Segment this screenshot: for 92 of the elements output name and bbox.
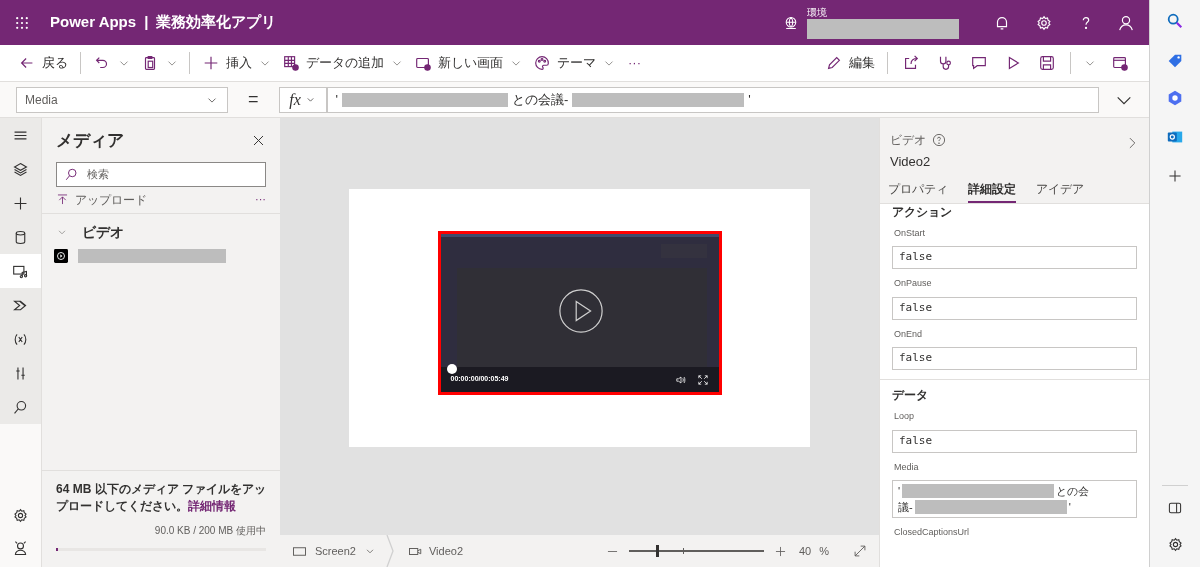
- help-icon[interactable]: [932, 133, 946, 147]
- equals-sign: =: [248, 88, 259, 111]
- formula-text: ': [748, 90, 751, 109]
- app-name: 業務効率化アプリ: [156, 12, 277, 33]
- formula-field[interactable]: ' との会議- ': [326, 86, 1099, 113]
- formula-text: との会: [1056, 484, 1090, 499]
- property-dropdown[interactable]: Media: [16, 86, 228, 113]
- learn-more-link[interactable]: 詳細情報: [188, 499, 236, 513]
- menu-tab[interactable]: [0, 118, 41, 152]
- search-icon: [64, 166, 79, 182]
- theme-button[interactable]: テーマ: [527, 49, 602, 77]
- zoom-thumb[interactable]: [655, 545, 659, 557]
- section-title: データ: [892, 388, 929, 402]
- property-field[interactable]: false: [892, 429, 1137, 453]
- side-panel-icon[interactable]: [1167, 500, 1183, 516]
- product-name: Power Apps: [50, 12, 137, 33]
- search-field[interactable]: 検索: [56, 161, 266, 187]
- publish-icon[interactable]: [1111, 54, 1129, 72]
- screen-button[interactable]: 新しい画面: [408, 49, 509, 77]
- percent-sign: %: [819, 543, 829, 559]
- group-label: ビデオ: [82, 222, 124, 242]
- breadcrumb-separator-icon: [386, 535, 394, 567]
- settings-icon[interactable]: [12, 507, 29, 524]
- function-button[interactable]: fx: [278, 86, 327, 113]
- settings-icon[interactable]: [1166, 536, 1184, 553]
- media-tab[interactable]: [0, 254, 41, 288]
- properties-tab[interactable]: 詳細設定: [968, 179, 1016, 203]
- app-launcher-icon[interactable]: [14, 14, 30, 31]
- section-title: アクション: [892, 204, 953, 219]
- play-button-icon[interactable]: [556, 287, 605, 335]
- panel-title: メディア: [56, 130, 124, 152]
- agent-icon[interactable]: [12, 540, 29, 557]
- edit-button[interactable]: 編集: [819, 53, 881, 73]
- upload-button[interactable]: アップロード: [56, 190, 147, 209]
- video-file-icon[interactable]: [54, 248, 68, 263]
- palette-icon: [533, 54, 551, 72]
- more-button[interactable]: ···: [620, 53, 649, 73]
- control-name: Video2: [890, 153, 932, 171]
- zoom-slider[interactable]: [628, 544, 764, 558]
- tag-icon[interactable]: [1166, 52, 1184, 70]
- hexagon-icon[interactable]: [1166, 89, 1184, 107]
- pencil-icon: [825, 54, 843, 72]
- formula-text: ': [898, 484, 901, 499]
- property-label: OnStart: [894, 226, 926, 240]
- formula-text: ': [335, 90, 338, 109]
- property-label: OnEnd: [894, 327, 924, 341]
- property-field[interactable]: false: [892, 296, 1137, 320]
- search-tab[interactable]: [0, 390, 41, 424]
- property-label: Media: [894, 460, 920, 474]
- comment-icon[interactable]: [970, 54, 988, 72]
- property-field[interactable]: ' との会 議- ': [892, 480, 1137, 518]
- person-icon[interactable]: [1117, 13, 1135, 32]
- property-label: Loop: [894, 410, 916, 423]
- zoom-in-icon[interactable]: [773, 544, 787, 558]
- storage-usage: 90.0 KB / 200 MB 使用中: [154, 524, 266, 538]
- search-icon[interactable]: [1166, 12, 1184, 30]
- more-button[interactable]: ···: [255, 191, 266, 208]
- database-tab[interactable]: [0, 220, 41, 254]
- data-button[interactable]: データの追加: [276, 49, 390, 77]
- property-field[interactable]: false: [892, 347, 1137, 370]
- save-icon[interactable]: [1038, 54, 1056, 72]
- property-field[interactable]: false: [892, 246, 1137, 269]
- upload-icon: [56, 193, 69, 206]
- screen-selector[interactable]: Screen2: [292, 542, 376, 560]
- search-icon: [12, 398, 29, 416]
- globe-icon[interactable]: [783, 14, 799, 31]
- plus-icon: [202, 54, 220, 72]
- zoom-value: 40: [798, 543, 812, 559]
- insert-button[interactable]: 挿入: [196, 49, 258, 77]
- properties-tab[interactable]: プロパティ: [888, 179, 948, 203]
- fullscreen-icon[interactable]: [696, 373, 709, 386]
- back-button[interactable]: 戻る: [12, 49, 74, 77]
- control-type: ビデオ: [890, 132, 926, 149]
- seek-thumb[interactable]: [446, 364, 457, 374]
- upload-hint: 64 MB 以下のメディア ファイルをアップロードしてください。詳細情報: [56, 481, 266, 515]
- volume-icon[interactable]: [674, 373, 687, 386]
- layers-icon: [12, 160, 29, 178]
- property-label: ClosedCaptionsUrl: [894, 526, 971, 539]
- formula-text: 議-: [898, 500, 913, 515]
- property-label: OnPause: [894, 277, 933, 290]
- share-icon[interactable]: [902, 54, 920, 72]
- settings-icon[interactable]: [1035, 13, 1053, 32]
- environment-label: 環境: [807, 6, 828, 19]
- control-selector[interactable]: Video2: [408, 542, 464, 560]
- formula-text: との会議-: [512, 90, 569, 109]
- properties-tab[interactable]: アイデア: [1036, 179, 1084, 203]
- flow-tab[interactable]: [0, 288, 41, 322]
- title-separator: |: [144, 12, 149, 33]
- table-add-icon: [282, 54, 300, 72]
- fit-screen-icon[interactable]: [853, 544, 867, 558]
- formula-text: ': [1068, 500, 1071, 515]
- plus-icon[interactable]: [1167, 168, 1183, 184]
